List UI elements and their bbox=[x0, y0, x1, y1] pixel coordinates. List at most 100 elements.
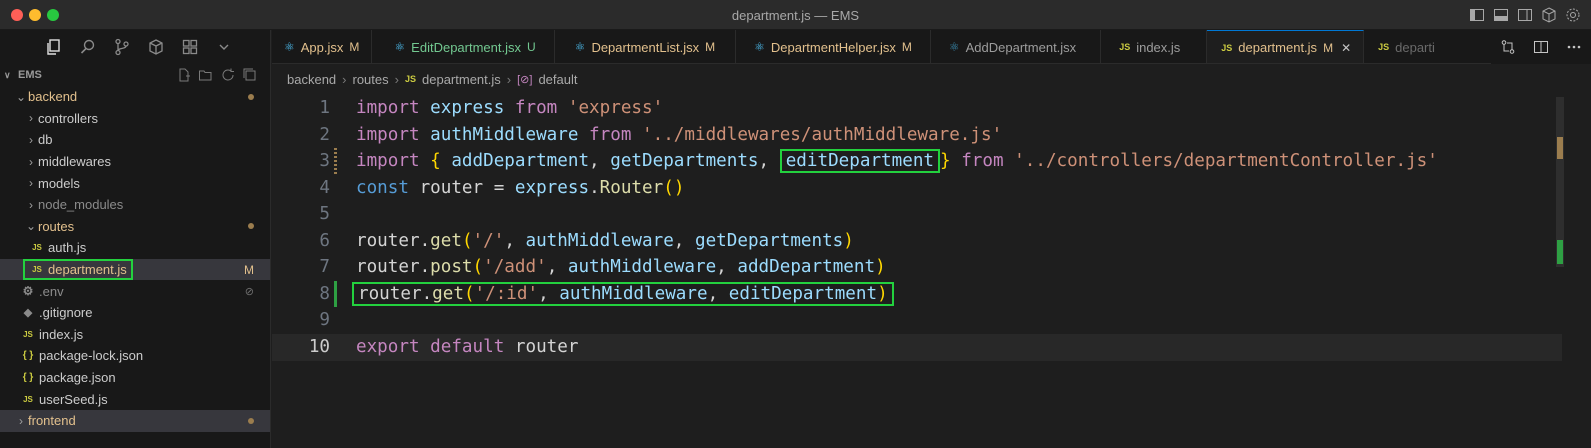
compare-changes-icon[interactable] bbox=[1500, 39, 1516, 55]
tree-item-label: frontend bbox=[28, 413, 76, 429]
tab-departi[interactable]: JS departi bbox=[1364, 30, 1447, 63]
code-line[interactable]: 4 const router = express.Router() bbox=[272, 175, 1562, 202]
folder-controllers[interactable]: › controllers bbox=[0, 108, 270, 130]
modified-dot bbox=[248, 417, 254, 424]
code-text: router.get('/', authMiddleware, getDepar… bbox=[356, 230, 854, 251]
breadcrumb-routes[interactable]: routes bbox=[353, 72, 389, 87]
split-editor-icon[interactable] bbox=[1533, 39, 1549, 55]
tab-label: DepartmentHelper.jsx bbox=[770, 39, 896, 55]
overview-ruler-added bbox=[1557, 240, 1563, 264]
js-file-icon: JS bbox=[23, 394, 33, 404]
tree-item-label: models bbox=[38, 175, 80, 191]
settings-gear-icon[interactable] bbox=[1565, 7, 1581, 23]
file-index-js[interactable]: JS index.js bbox=[0, 324, 270, 346]
tab-label: DepartmentList.jsx bbox=[591, 39, 700, 55]
tab-departmenthelper-jsx[interactable]: ⚛ DepartmentHelper.jsx M bbox=[736, 30, 931, 63]
more-actions-icon[interactable] bbox=[1566, 39, 1582, 55]
extensions-icon[interactable] bbox=[146, 37, 166, 57]
refresh-icon[interactable] bbox=[220, 67, 236, 83]
overview-ruler-modified bbox=[1557, 137, 1563, 159]
gutter-modified-indicator bbox=[334, 148, 337, 175]
tree-item-label: middlewares bbox=[38, 154, 111, 170]
code-line[interactable]: 6 router.get('/', authMiddleware, getDep… bbox=[272, 228, 1562, 255]
modified-badge: M bbox=[244, 262, 254, 277]
code-line[interactable]: 9 bbox=[272, 307, 1562, 334]
file-env[interactable]: ⚙ .env ⊘ bbox=[0, 280, 270, 302]
breadcrumb: backend › routes › JS department.js › [⊘… bbox=[287, 70, 578, 88]
line-number: 7 bbox=[319, 257, 330, 278]
toggle-panel-icon[interactable] bbox=[1493, 7, 1509, 23]
file-gitignore[interactable]: ◆ .gitignore bbox=[0, 302, 270, 324]
source-control-icon[interactable] bbox=[112, 37, 132, 57]
collapse-all-icon[interactable] bbox=[242, 67, 258, 83]
files-icon[interactable] bbox=[44, 37, 64, 57]
tab-index-js[interactable]: JS index.js bbox=[1101, 30, 1208, 63]
file-package-json[interactable]: { } package.json bbox=[0, 367, 270, 389]
tree-item-label: auth.js bbox=[48, 240, 87, 256]
code-line[interactable]: 3 import { addDepartment, getDepartments… bbox=[272, 148, 1562, 175]
tab-status-badge: M bbox=[1323, 40, 1334, 55]
code-line[interactable]: 8 router.get('/:id', authMiddleware, edi… bbox=[272, 280, 1562, 308]
folder-frontend[interactable]: › frontend bbox=[0, 409, 270, 432]
tab-status-badge: M bbox=[901, 40, 912, 54]
chevron-right-icon: › bbox=[29, 154, 33, 169]
line-number: 6 bbox=[319, 230, 330, 251]
code-line-current[interactable]: 10 export default router bbox=[272, 334, 1562, 361]
explorer-root-header[interactable]: ∨ EMS bbox=[0, 64, 270, 86]
line-number: 9 bbox=[319, 310, 330, 331]
chevron-right-icon: › bbox=[506, 71, 512, 87]
tab-label: EditDepartment.jsx bbox=[411, 39, 521, 55]
close-tab-icon[interactable]: ✕ bbox=[1341, 41, 1351, 55]
highlight-box: JS department.js bbox=[23, 259, 133, 281]
line-number: 2 bbox=[319, 124, 330, 145]
file-department-js[interactable]: JS department.js M bbox=[0, 258, 270, 281]
code-line[interactable]: 2 import authMiddleware from '../middlew… bbox=[272, 122, 1562, 149]
folder-node-modules[interactable]: › node_modules bbox=[0, 194, 270, 216]
react-icon: ⚛ bbox=[394, 40, 406, 54]
new-file-icon[interactable] bbox=[176, 67, 192, 83]
tab-app-jsx[interactable]: ⚛ App.jsx M bbox=[272, 30, 373, 63]
code-line[interactable]: 1 import express from 'express' bbox=[272, 95, 1562, 122]
title-bar: department.js — EMS bbox=[0, 0, 1591, 30]
chevron-down-icon: ⌄ bbox=[25, 219, 37, 234]
react-icon: ⚛ bbox=[948, 40, 960, 54]
chevron-right-icon: › bbox=[342, 71, 347, 87]
toggle-sidebar-icon[interactable] bbox=[1469, 7, 1485, 23]
breadcrumb-symbol[interactable]: default bbox=[538, 72, 577, 87]
folder-middlewares[interactable]: › middlewares bbox=[0, 151, 270, 173]
remote-icon[interactable] bbox=[180, 37, 200, 57]
breadcrumb-backend[interactable]: backend bbox=[287, 72, 336, 87]
tree-item-label: routes bbox=[38, 218, 75, 234]
folder-models[interactable]: › models bbox=[0, 172, 270, 194]
file-userseed-js[interactable]: JS userSeed.js bbox=[0, 388, 270, 410]
window-title: department.js — EMS bbox=[731, 8, 860, 23]
line-number: 4 bbox=[319, 177, 330, 198]
file-auth-js[interactable]: JS auth.js bbox=[0, 237, 270, 259]
js-file-icon: JS bbox=[23, 329, 33, 339]
tree-item-label: userSeed.js bbox=[39, 391, 108, 407]
code-line[interactable]: 7 router.post('/add', authMiddleware, ad… bbox=[272, 254, 1562, 281]
gutter-added-indicator bbox=[334, 280, 337, 307]
tab-adddepartment-jsx[interactable]: ⚛ AddDepartment.jsx bbox=[931, 30, 1102, 63]
folder-backend[interactable]: ⌄ backend bbox=[0, 86, 270, 108]
chevron-down-icon[interactable] bbox=[214, 37, 234, 57]
chevron-right-icon: › bbox=[394, 71, 399, 87]
highlight-box: router.get('/:id', authMiddleware, editD… bbox=[352, 281, 894, 306]
tree-item-label: node_modules bbox=[38, 197, 124, 213]
tab-editdepartment-jsx[interactable]: ⚛ EditDepartment.jsx U bbox=[372, 30, 555, 63]
code-line[interactable]: 5 bbox=[272, 201, 1562, 228]
folder-db[interactable]: › db bbox=[0, 129, 270, 151]
code-text: router.post('/add', authMiddleware, addD… bbox=[356, 257, 886, 278]
search-icon[interactable] bbox=[78, 37, 98, 57]
file-package-lock-json[interactable]: { } package-lock.json bbox=[0, 345, 270, 367]
ignored-icon: ⊘ bbox=[244, 285, 254, 298]
tab-departmentlist-jsx[interactable]: ⚛ DepartmentList.jsx M bbox=[555, 30, 737, 63]
new-folder-icon[interactable] bbox=[198, 67, 214, 83]
toggle-secondary-sidebar-icon[interactable] bbox=[1517, 7, 1533, 23]
folder-routes[interactable]: ⌄ routes bbox=[0, 216, 270, 238]
breadcrumb-file[interactable]: department.js bbox=[422, 72, 501, 87]
git-file-icon: ◆ bbox=[23, 307, 33, 320]
react-icon: ⚛ bbox=[754, 40, 765, 54]
tab-department-js[interactable]: JS department.js M ✕ bbox=[1207, 30, 1365, 63]
extensions-cube-icon[interactable] bbox=[1541, 7, 1557, 23]
